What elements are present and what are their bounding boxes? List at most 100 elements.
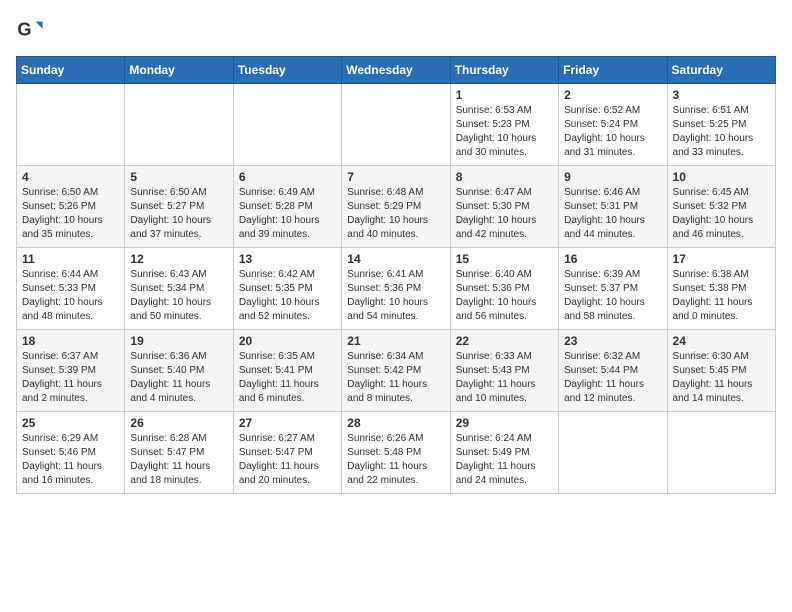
calendar-cell: 2 Sunrise: 6:52 AM Sunset: 5:24 PM Daylig… [559, 84, 667, 166]
day-number: 5 [130, 170, 227, 184]
cell-text: Sunrise: 6:28 AM Sunset: 5:47 PM Dayligh… [130, 432, 227, 488]
day-number: 28 [347, 416, 444, 430]
day-number: 22 [456, 334, 553, 348]
cell-text: Sunrise: 6:52 AM Sunset: 5:24 PM Dayligh… [564, 104, 661, 160]
day-number: 6 [239, 170, 336, 184]
cell-text: Sunrise: 6:39 AM Sunset: 5:37 PM Dayligh… [564, 268, 661, 324]
day-number: 7 [347, 170, 444, 184]
cell-text: Sunrise: 6:43 AM Sunset: 5:34 PM Dayligh… [130, 268, 227, 324]
calendar-cell: 29 Sunrise: 6:24 AM Sunset: 5:49 PM Dayli… [450, 412, 558, 494]
calendar-cell: 13 Sunrise: 6:42 AM Sunset: 5:35 PM Dayli… [233, 248, 341, 330]
day-number: 26 [130, 416, 227, 430]
day-number: 11 [22, 252, 119, 266]
cell-text: Sunrise: 6:50 AM Sunset: 5:27 PM Dayligh… [130, 186, 227, 242]
header-cell-wednesday: Wednesday [342, 57, 450, 84]
header-row: SundayMondayTuesdayWednesdayThursdayFrid… [17, 57, 776, 84]
day-number: 9 [564, 170, 661, 184]
cell-text: Sunrise: 6:47 AM Sunset: 5:30 PM Dayligh… [456, 186, 553, 242]
calendar-cell: 3 Sunrise: 6:51 AM Sunset: 5:25 PM Daylig… [667, 84, 775, 166]
day-number: 8 [456, 170, 553, 184]
cell-text: Sunrise: 6:37 AM Sunset: 5:39 PM Dayligh… [22, 350, 119, 406]
calendar-cell [559, 412, 667, 494]
day-number: 18 [22, 334, 119, 348]
calendar-cell: 27 Sunrise: 6:27 AM Sunset: 5:47 PM Dayli… [233, 412, 341, 494]
calendar-cell: 7 Sunrise: 6:48 AM Sunset: 5:29 PM Daylig… [342, 166, 450, 248]
calendar-cell [667, 412, 775, 494]
logo: G [16, 16, 48, 44]
calendar-cell: 6 Sunrise: 6:49 AM Sunset: 5:28 PM Daylig… [233, 166, 341, 248]
calendar-cell: 5 Sunrise: 6:50 AM Sunset: 5:27 PM Daylig… [125, 166, 233, 248]
calendar-cell [342, 84, 450, 166]
day-number: 23 [564, 334, 661, 348]
day-number: 3 [673, 88, 770, 102]
day-number: 29 [456, 416, 553, 430]
day-number: 20 [239, 334, 336, 348]
calendar-cell: 16Sunrise: 6:39 AM Sunset: 5:37 PM Dayli… [559, 248, 667, 330]
calendar-cell: 19 Sunrise: 6:36 AM Sunset: 5:40 PM Dayli… [125, 330, 233, 412]
header-cell-monday: Monday [125, 57, 233, 84]
calendar-cell: 11 Sunrise: 6:44 AM Sunset: 5:33 PM Dayli… [17, 248, 125, 330]
cell-text: Sunrise: 6:44 AM Sunset: 5:33 PM Dayligh… [22, 268, 119, 324]
logo-icon: G [16, 16, 44, 44]
calendar-cell: 18 Sunrise: 6:37 AM Sunset: 5:39 PM Dayli… [17, 330, 125, 412]
header-cell-friday: Friday [559, 57, 667, 84]
calendar-week-3: 18 Sunrise: 6:37 AM Sunset: 5:39 PM Dayli… [17, 330, 776, 412]
calendar-cell: 8 Sunrise: 6:47 AM Sunset: 5:30 PM Daylig… [450, 166, 558, 248]
calendar-cell: 22 Sunrise: 6:33 AM Sunset: 5:43 PM Dayli… [450, 330, 558, 412]
calendar-cell: 24 Sunrise: 6:30 AM Sunset: 5:45 PM Dayli… [667, 330, 775, 412]
cell-text: Sunrise: 6:48 AM Sunset: 5:29 PM Dayligh… [347, 186, 444, 242]
cell-text: Sunrise: 6:42 AM Sunset: 5:35 PM Dayligh… [239, 268, 336, 324]
header: G [16, 16, 776, 44]
day-number: 13 [239, 252, 336, 266]
calendar-cell: 10 Sunrise: 6:45 AM Sunset: 5:32 PM Dayli… [667, 166, 775, 248]
day-number: 19 [130, 334, 227, 348]
calendar-week-2: 11 Sunrise: 6:44 AM Sunset: 5:33 PM Dayli… [17, 248, 776, 330]
calendar-cell: 26 Sunrise: 6:28 AM Sunset: 5:47 PM Dayli… [125, 412, 233, 494]
cell-text: Sunrise: 6:41 AM Sunset: 5:36 PM Dayligh… [347, 268, 444, 324]
cell-text: Sunrise: 6:26 AM Sunset: 5:48 PM Dayligh… [347, 432, 444, 488]
cell-text: Sunrise: 6:40 AM Sunset: 5:36 PM Dayligh… [456, 268, 553, 324]
cell-text: Sunrise: 6:49 AM Sunset: 5:28 PM Dayligh… [239, 186, 336, 242]
day-number: 21 [347, 334, 444, 348]
cell-text: Sunrise: 6:45 AM Sunset: 5:32 PM Dayligh… [673, 186, 770, 242]
calendar-week-1: 4Sunrise: 6:50 AM Sunset: 5:26 PM Daylig… [17, 166, 776, 248]
calendar-table: SundayMondayTuesdayWednesdayThursdayFrid… [16, 56, 776, 494]
day-number: 2 [564, 88, 661, 102]
calendar-cell [233, 84, 341, 166]
day-number: 25 [22, 416, 119, 430]
cell-text: Sunrise: 6:36 AM Sunset: 5:40 PM Dayligh… [130, 350, 227, 406]
day-number: 17 [673, 252, 770, 266]
calendar-cell: 1 Sunrise: 6:53 AM Sunset: 5:23 PM Daylig… [450, 84, 558, 166]
calendar-cell: 28 Sunrise: 6:26 AM Sunset: 5:48 PM Dayli… [342, 412, 450, 494]
cell-text: Sunrise: 6:53 AM Sunset: 5:23 PM Dayligh… [456, 104, 553, 160]
calendar-cell [125, 84, 233, 166]
calendar-week-0: 1 Sunrise: 6:53 AM Sunset: 5:23 PM Daylig… [17, 84, 776, 166]
calendar-body: 1 Sunrise: 6:53 AM Sunset: 5:23 PM Daylig… [17, 84, 776, 494]
day-number: 10 [673, 170, 770, 184]
cell-text: Sunrise: 6:32 AM Sunset: 5:44 PM Dayligh… [564, 350, 661, 406]
header-cell-tuesday: Tuesday [233, 57, 341, 84]
cell-text: Sunrise: 6:24 AM Sunset: 5:49 PM Dayligh… [456, 432, 553, 488]
cell-text: Sunrise: 6:33 AM Sunset: 5:43 PM Dayligh… [456, 350, 553, 406]
calendar-cell: 14 Sunrise: 6:41 AM Sunset: 5:36 PM Dayli… [342, 248, 450, 330]
cell-text: Sunrise: 6:38 AM Sunset: 5:38 PM Dayligh… [673, 268, 770, 324]
cell-text: Sunrise: 6:29 AM Sunset: 5:46 PM Dayligh… [22, 432, 119, 488]
day-number: 27 [239, 416, 336, 430]
cell-text: Sunrise: 6:30 AM Sunset: 5:45 PM Dayligh… [673, 350, 770, 406]
calendar-cell: 25 Sunrise: 6:29 AM Sunset: 5:46 PM Dayli… [17, 412, 125, 494]
calendar-cell: 23 Sunrise: 6:32 AM Sunset: 5:44 PM Dayli… [559, 330, 667, 412]
day-number: 1 [456, 88, 553, 102]
day-number: 14 [347, 252, 444, 266]
day-number: 24 [673, 334, 770, 348]
header-cell-thursday: Thursday [450, 57, 558, 84]
cell-text: Sunrise: 6:50 AM Sunset: 5:26 PM Dayligh… [22, 186, 119, 242]
calendar-cell: 4Sunrise: 6:50 AM Sunset: 5:26 PM Daylig… [17, 166, 125, 248]
calendar-header: SundayMondayTuesdayWednesdayThursdayFrid… [17, 57, 776, 84]
calendar-week-4: 25 Sunrise: 6:29 AM Sunset: 5:46 PM Dayli… [17, 412, 776, 494]
calendar-cell: 12Sunrise: 6:43 AM Sunset: 5:34 PM Dayli… [125, 248, 233, 330]
cell-text: Sunrise: 6:46 AM Sunset: 5:31 PM Dayligh… [564, 186, 661, 242]
calendar-cell: 15 Sunrise: 6:40 AM Sunset: 5:36 PM Dayli… [450, 248, 558, 330]
cell-text: Sunrise: 6:27 AM Sunset: 5:47 PM Dayligh… [239, 432, 336, 488]
day-number: 15 [456, 252, 553, 266]
cell-text: Sunrise: 6:51 AM Sunset: 5:25 PM Dayligh… [673, 104, 770, 160]
